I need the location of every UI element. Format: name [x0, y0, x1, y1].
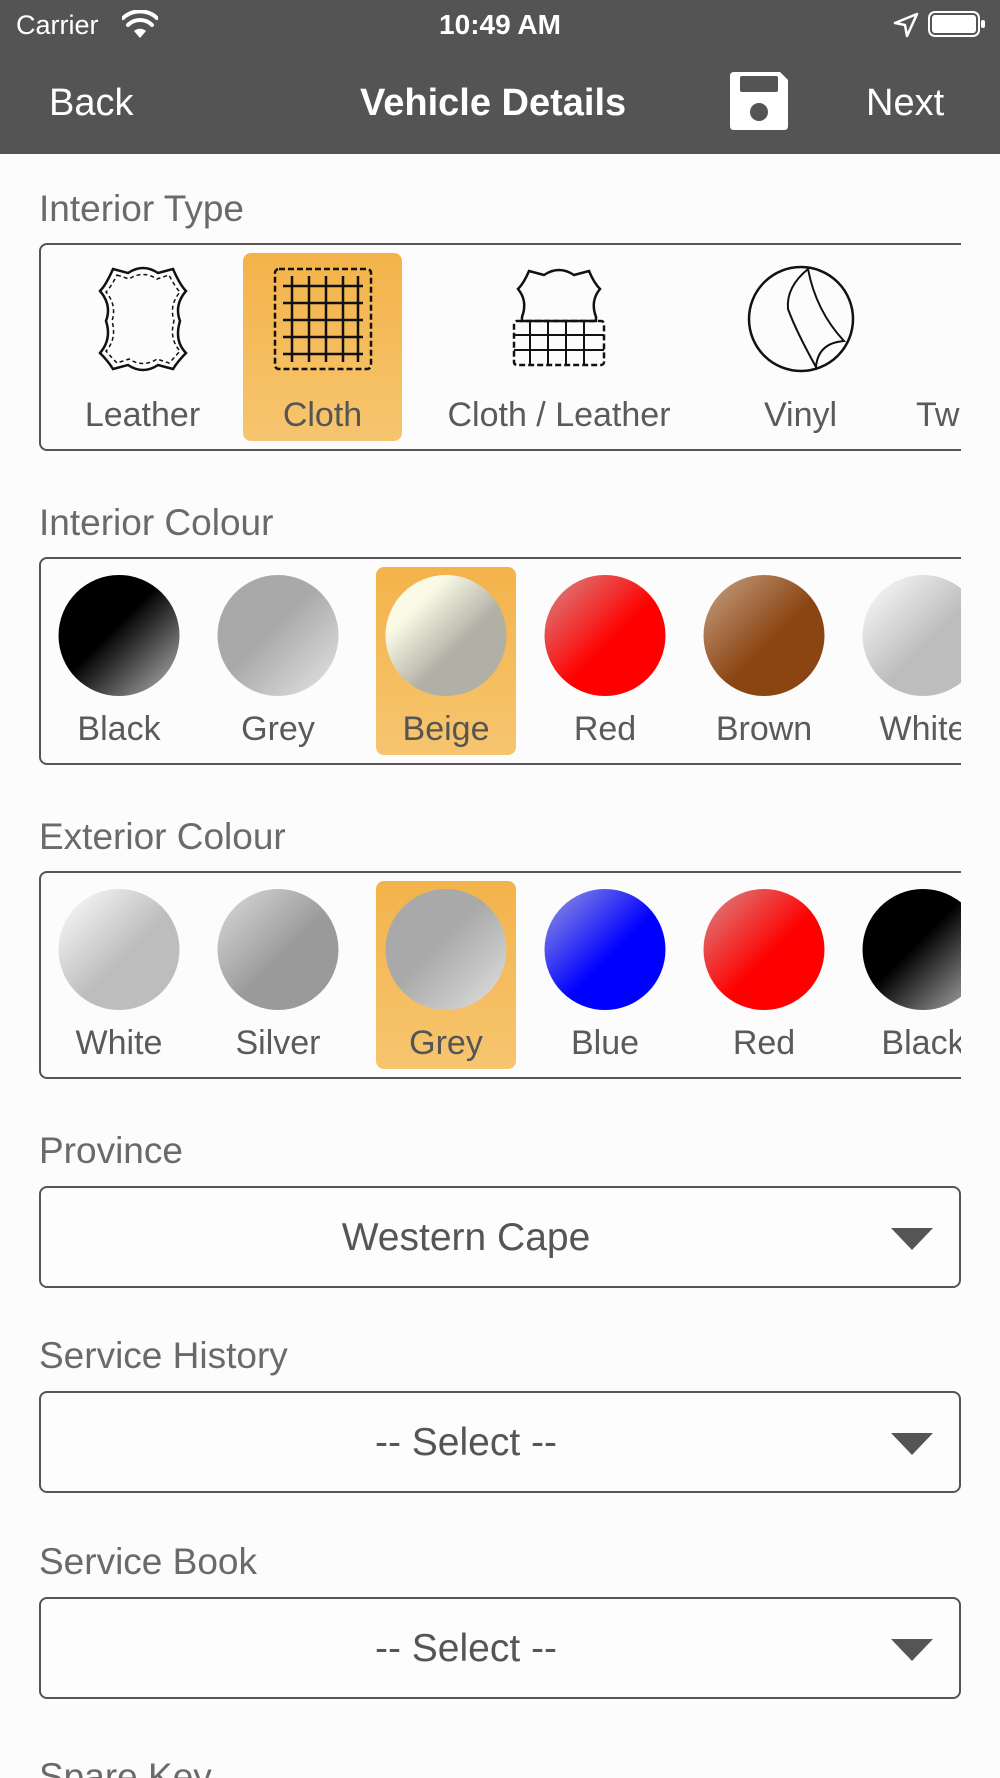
exterior-colour-option-label: Blue	[570, 1024, 640, 1062]
interior-colour-grey[interactable]: Grey	[208, 567, 348, 755]
interior-type-cloth-leather[interactable]: Cloth / Leather	[427, 253, 691, 441]
dropdown-arrow-icon	[891, 1639, 933, 1661]
interior-type-partial[interactable]: Tw	[896, 253, 961, 441]
interior-colour-black[interactable]: Black	[49, 567, 189, 755]
status-bar: Carrier 10:49 AM	[0, 0, 1000, 50]
color-swatch	[862, 889, 961, 1010]
province-value: Western Cape	[341, 1216, 591, 1259]
exterior-colour-blue[interactable]: Blue	[535, 881, 675, 1069]
cloth-grid-icon	[273, 267, 372, 371]
interior-colour-option-label: White	[879, 710, 961, 748]
service-book-label: Service Book	[39, 1541, 257, 1582]
color-swatch	[217, 889, 339, 1010]
interior-colour-brown[interactable]: Brown	[694, 567, 834, 755]
interior-colour-white[interactable]: White	[853, 567, 961, 755]
exterior-colour-option-label: Grey	[409, 1024, 483, 1062]
color-swatch	[58, 889, 180, 1010]
province-dropdown[interactable]: Western Cape	[39, 1186, 961, 1288]
province-label: Province	[39, 1130, 183, 1171]
color-swatch	[385, 889, 507, 1010]
location-arrow-icon	[893, 12, 919, 38]
exterior-colour-option-label: Silver	[235, 1024, 321, 1062]
navigation-bar: Back Vehicle Details Next	[0, 50, 1000, 154]
interior-type-option-label: Cloth / Leather	[447, 396, 671, 434]
service-book-dropdown[interactable]: -- Select --	[39, 1597, 961, 1699]
interior-type-label: Interior Type	[39, 188, 244, 229]
interior-type-option-label: Vinyl	[763, 396, 838, 434]
interior-colour-option-label: Grey	[241, 710, 315, 748]
vinyl-icon	[747, 265, 854, 373]
exterior-colour-grey[interactable]: Grey	[376, 881, 516, 1069]
interior-type-cloth[interactable]: Cloth	[243, 253, 402, 441]
interior-colour-selector[interactable]: Black Grey Beige Red Brown White	[39, 557, 961, 765]
interior-colour-beige[interactable]: Beige	[376, 567, 516, 755]
page-title: Vehicle Details	[360, 82, 627, 124]
top-bar: Carrier 10:49 AM Back Vehicle Details Ne…	[0, 0, 1000, 154]
service-history-dropdown[interactable]: -- Select --	[39, 1391, 961, 1493]
color-swatch	[58, 575, 180, 696]
clock: 10:49 AM	[439, 9, 561, 40]
service-history-label: Service History	[39, 1335, 288, 1376]
interior-colour-red[interactable]: Red	[535, 567, 675, 755]
interior-type-vinyl[interactable]: Vinyl	[721, 253, 880, 441]
service-book-value: -- Select --	[374, 1627, 557, 1670]
service-history-value: -- Select --	[374, 1421, 557, 1464]
exterior-colour-option-label: Black	[881, 1024, 961, 1062]
exterior-colour-black[interactable]: Black	[853, 881, 961, 1069]
exterior-colour-white[interactable]: White	[49, 881, 189, 1069]
color-swatch	[703, 889, 825, 1010]
interior-colour-option-label: Red	[573, 710, 637, 748]
color-swatch	[703, 575, 825, 696]
dropdown-arrow-icon	[891, 1228, 933, 1250]
color-swatch	[862, 575, 961, 696]
color-swatch	[217, 575, 339, 696]
next-button[interactable]: Next	[866, 82, 944, 125]
exterior-colour-option-label: White	[75, 1024, 163, 1062]
battery-icon	[928, 11, 985, 37]
interior-colour-option-label: Black	[77, 710, 161, 748]
interior-colour-option-label: Brown	[715, 710, 813, 748]
cloth-leather-icon	[512, 268, 606, 367]
interior-type-option-label: Tw	[916, 396, 960, 434]
spare-key-label: Spare Key	[39, 1756, 212, 1778]
interior-type-option-label: Leather	[84, 396, 201, 434]
interior-colour-option-label: Beige	[402, 710, 490, 748]
interior-type-leather[interactable]: Leather	[63, 253, 222, 441]
interior-type-option-label: Cloth	[282, 396, 363, 434]
back-button[interactable]: Back	[49, 82, 133, 125]
exterior-colour-red[interactable]: Red	[694, 881, 834, 1069]
leather-hide-icon	[97, 266, 188, 372]
exterior-colour-label: Exterior Colour	[39, 816, 286, 857]
exterior-colour-silver[interactable]: Silver	[208, 881, 348, 1069]
interior-colour-label: Interior Colour	[39, 502, 274, 543]
color-swatch	[385, 575, 507, 696]
color-swatch	[544, 575, 666, 696]
dropdown-arrow-icon	[891, 1433, 933, 1455]
exterior-colour-selector[interactable]: White Silver Grey Blue Red Black	[39, 871, 961, 1079]
interior-type-selector[interactable]: Leather Cloth Cloth / Leather Vinyl Tw	[39, 243, 961, 451]
floppy-disk-icon[interactable]	[726, 68, 792, 134]
exterior-colour-option-label: Red	[732, 1024, 796, 1062]
color-swatch	[544, 889, 666, 1010]
